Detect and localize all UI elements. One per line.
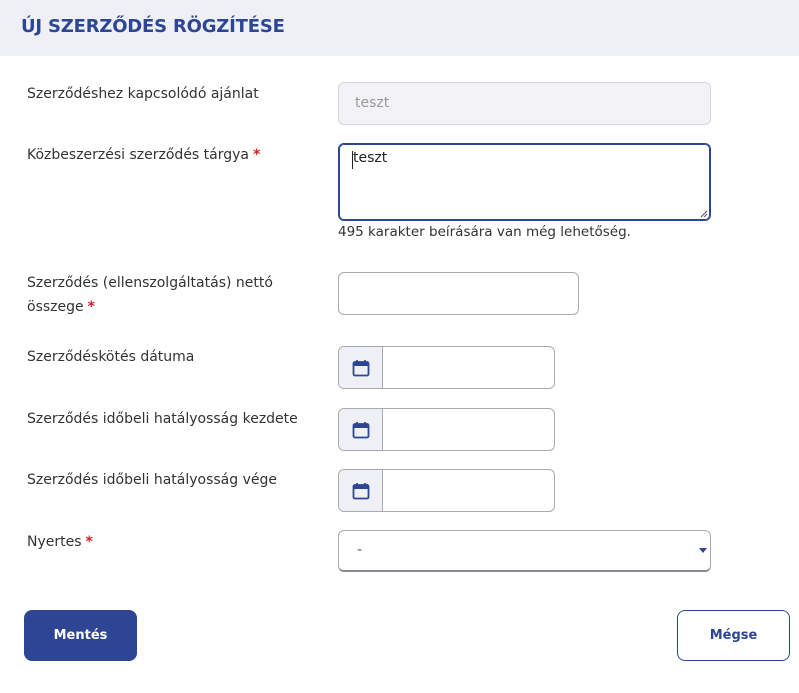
calendar-button[interactable] bbox=[339, 347, 383, 388]
subject-label-text: Közbeszerzési szerződés tárgya bbox=[27, 147, 250, 163]
amount-label: Szerződés (ellenszolgáltatás) nettó össz… bbox=[27, 271, 273, 319]
calendar-button[interactable] bbox=[339, 470, 383, 511]
amount-input[interactable] bbox=[338, 272, 579, 315]
offer-label-text: Szerződéshez kapcsolódó ajánlat bbox=[27, 86, 259, 102]
amount-label-line2: összege bbox=[27, 299, 84, 315]
page-title: ÚJ SZERZŐDÉS RÖGZÍTÉSE bbox=[21, 16, 285, 37]
save-button[interactable]: Mentés bbox=[24, 610, 137, 661]
winner-selected-value: - bbox=[357, 542, 363, 558]
amount-label-line1: Szerződés (ellenszolgáltatás) nettó bbox=[27, 275, 273, 291]
offer-label: Szerződéshez kapcsolódó ajánlat bbox=[27, 82, 259, 106]
valid-to-label-text: Szerződés időbeli hatályosság vége bbox=[27, 472, 277, 488]
winner-label-text: Nyertes bbox=[27, 534, 82, 550]
valid-from-label-text: Szerződés időbeli hatályosság kezdete bbox=[27, 411, 298, 427]
subject-value: teszt bbox=[353, 150, 388, 166]
calendar-icon bbox=[352, 482, 369, 499]
valid-from-picker bbox=[338, 408, 555, 451]
cancel-button[interactable]: Mégse bbox=[677, 610, 790, 661]
calendar-button[interactable] bbox=[339, 409, 383, 450]
valid-to-label: Szerződés időbeli hatályosság vége bbox=[27, 468, 277, 492]
required-mark: * bbox=[253, 147, 261, 163]
resize-handle-icon[interactable] bbox=[700, 210, 708, 218]
required-mark: * bbox=[87, 299, 95, 315]
caret-down-icon bbox=[699, 548, 707, 553]
valid-from-label: Szerződés időbeli hatályosság kezdete bbox=[27, 407, 298, 431]
signed-date-picker bbox=[338, 346, 555, 389]
page-header: ÚJ SZERZŐDÉS RÖGZÍTÉSE bbox=[0, 0, 799, 56]
valid-to-picker bbox=[338, 469, 555, 512]
valid-to-input[interactable] bbox=[383, 470, 554, 511]
calendar-icon bbox=[352, 421, 369, 438]
winner-select[interactable]: - bbox=[338, 530, 711, 572]
offer-value: teszt bbox=[355, 95, 390, 111]
signed-date-input[interactable] bbox=[383, 347, 554, 388]
subject-label: Közbeszerzési szerződés tárgya * bbox=[27, 143, 260, 167]
signed-date-label: Szerződéskötés dátuma bbox=[27, 345, 194, 369]
valid-from-input[interactable] bbox=[383, 409, 554, 450]
signed-date-label-text: Szerződéskötés dátuma bbox=[27, 349, 195, 365]
subject-textarea[interactable]: teszt bbox=[338, 143, 711, 221]
winner-label: Nyertes * bbox=[27, 530, 93, 554]
offer-field: teszt bbox=[338, 82, 711, 125]
required-mark: * bbox=[85, 534, 93, 550]
calendar-icon bbox=[352, 359, 369, 376]
character-counter: 495 karakter beírására van még lehetőség… bbox=[338, 224, 631, 240]
